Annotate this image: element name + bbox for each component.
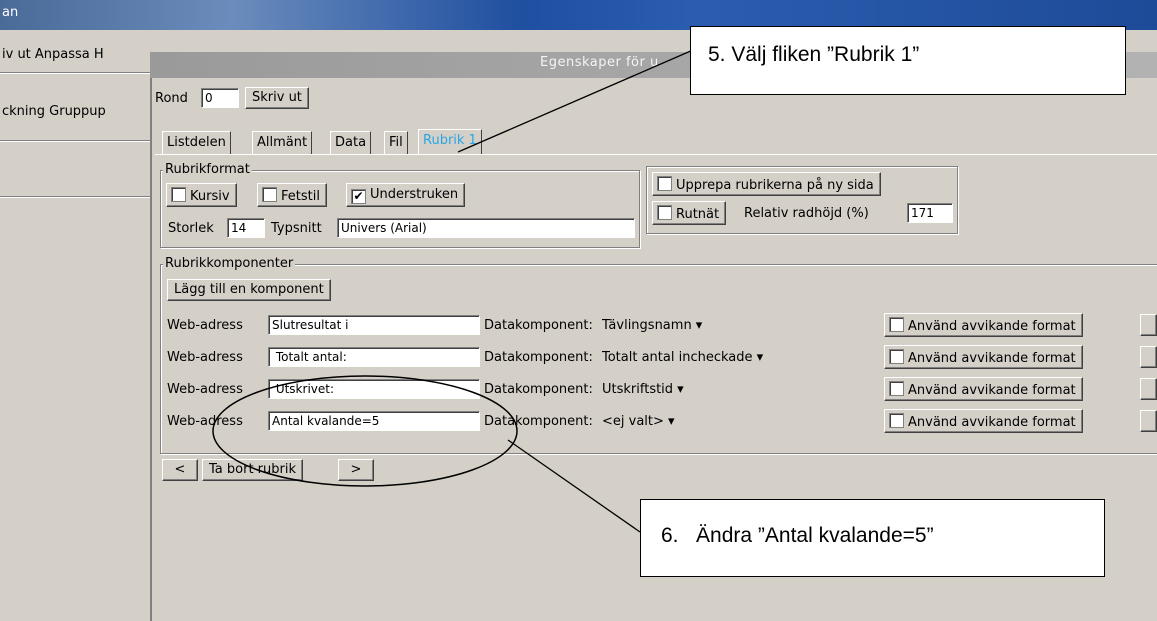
- highlight-ellipse: [212, 375, 518, 487]
- callout-6-pointer: [507, 439, 641, 533]
- callout-step-6: 6. Ändra ”Antal kvalande=5”: [640, 499, 1105, 577]
- callout-5-pointer: [457, 49, 694, 153]
- callout-step-5: 5. Välj fliken ”Rubrik 1”: [690, 26, 1126, 95]
